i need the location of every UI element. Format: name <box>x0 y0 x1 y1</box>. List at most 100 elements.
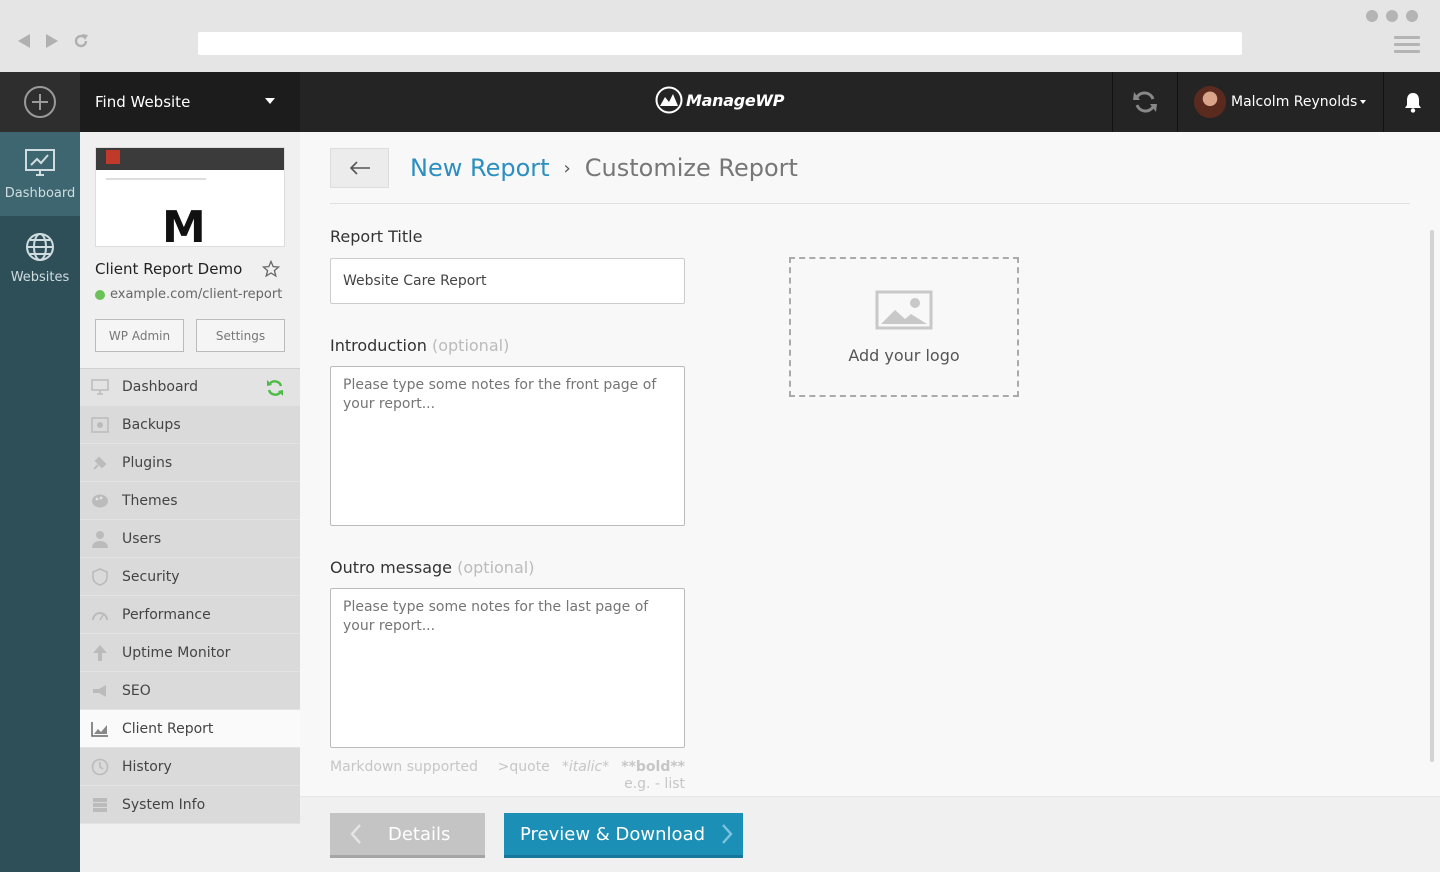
gauge-icon <box>90 605 110 625</box>
site-sidebar: M Client Report Demo example.com/client-… <box>80 132 300 872</box>
rail-item-websites[interactable]: Websites <box>0 216 80 300</box>
server-icon <box>90 795 110 815</box>
star-icon[interactable] <box>261 259 281 282</box>
introduction-textarea[interactable] <box>330 366 685 526</box>
preview-download-button[interactable]: Preview & Download <box>504 813 743 858</box>
sidebar-item-label: Client Report <box>122 720 214 737</box>
divider <box>330 203 1410 204</box>
sidebar-item-label: Plugins <box>122 454 173 471</box>
sidebar-item-client-report[interactable]: Client Report <box>80 710 300 748</box>
add-logo-label: Add your logo <box>848 345 960 365</box>
site-menu: Dashboard Backups Plugins Themes Users S… <box>80 368 300 824</box>
sidebar-item-dashboard[interactable]: Dashboard <box>80 368 300 406</box>
introduction-label: Introduction (optional) <box>330 336 509 355</box>
details-button-label: Details <box>388 823 451 845</box>
report-title-label: Report Title <box>330 227 423 246</box>
chart-icon <box>90 719 110 739</box>
sidebar-item-history[interactable]: History <box>80 748 300 786</box>
sidebar-item-users[interactable]: Users <box>80 520 300 558</box>
breadcrumb: New Report › Customize Report <box>410 154 798 182</box>
preview-download-label: Preview & Download <box>520 823 706 845</box>
browser-chrome <box>0 0 1440 72</box>
sidebar-item-seo[interactable]: SEO <box>80 672 300 710</box>
monitor-icon <box>90 377 110 397</box>
sidebar-item-label: Security <box>122 568 180 585</box>
backup-icon <box>90 415 110 435</box>
scrollbar[interactable] <box>1430 230 1434 762</box>
logo-upload-area[interactable]: Add your logo <box>789 257 1019 397</box>
chevron-left-icon <box>350 824 361 844</box>
site-name: Client Report Demo <box>95 260 243 278</box>
user-name: Malcolm Reynolds <box>1231 94 1358 110</box>
outro-label: Outro message (optional) <box>330 558 534 577</box>
markdown-hint: Markdown supported >quote *italic* **bol… <box>330 759 685 792</box>
breadcrumb-separator: › <box>563 157 571 179</box>
status-dot-icon <box>95 289 105 300</box>
rail-label: Dashboard <box>4 185 76 201</box>
wp-admin-button[interactable]: WP Admin <box>95 319 184 352</box>
sidebar-item-label: SEO <box>122 682 151 699</box>
markdown-list: e.g. - list <box>624 776 685 792</box>
megaphone-icon <box>90 681 110 701</box>
plug-icon <box>90 453 110 473</box>
browser-menu-icon[interactable] <box>1394 36 1420 57</box>
managewp-logo-icon <box>655 86 683 114</box>
sidebar-item-backups[interactable]: Backups <box>80 406 300 444</box>
sidebar-item-label: Themes <box>122 492 178 509</box>
site-thumbnail[interactable]: M <box>95 147 285 247</box>
sidebar-item-label: History <box>122 758 172 775</box>
shield-icon <box>90 567 110 587</box>
refresh-button[interactable] <box>1112 72 1178 132</box>
sidebar-item-performance[interactable]: Performance <box>80 596 300 634</box>
sidebar-item-plugins[interactable]: Plugins <box>80 444 300 482</box>
back-button[interactable] <box>330 148 389 188</box>
introduction-label-text: Introduction <box>330 336 427 355</box>
managewp-logo[interactable]: ManageWP <box>655 86 784 114</box>
address-bar[interactable] <box>198 32 1242 55</box>
find-website-dropdown[interactable]: Find Website <box>80 72 300 132</box>
find-website-label: Find Website <box>95 93 191 111</box>
site-url[interactable]: example.com/client-report <box>95 287 282 302</box>
palette-icon <box>90 491 110 511</box>
breadcrumb-new-report[interactable]: New Report <box>410 154 550 182</box>
sidebar-item-label: Dashboard <box>122 379 198 395</box>
arrow-up-icon <box>90 643 110 663</box>
sidebar-item-label: Performance <box>122 606 211 623</box>
rail-item-dashboard[interactable]: Dashboard <box>0 132 80 216</box>
sidebar-item-label: System Info <box>122 796 206 813</box>
rail-label: Websites <box>10 269 70 285</box>
settings-button[interactable]: Settings <box>196 319 285 352</box>
browser-reload-icon[interactable] <box>72 32 90 50</box>
sidebar-item-label: Uptime Monitor <box>122 644 231 661</box>
details-button[interactable]: Details <box>330 813 485 858</box>
browser-forward-icon[interactable] <box>44 33 60 49</box>
sidebar-item-label: Users <box>122 530 162 547</box>
sync-icon[interactable] <box>265 378 285 402</box>
chevron-down-icon <box>265 98 275 104</box>
image-icon <box>875 290 933 329</box>
thumbnail-graphic: M <box>162 202 206 247</box>
notifications-button[interactable] <box>1385 72 1440 132</box>
globe-icon <box>26 232 54 261</box>
sidebar-item-themes[interactable]: Themes <box>80 482 300 520</box>
site-url-text: example.com/client-report <box>110 287 283 302</box>
brand-name: ManageWP <box>686 90 785 110</box>
report-title-input[interactable] <box>330 258 685 304</box>
sidebar-item-uptime-monitor[interactable]: Uptime Monitor <box>80 634 300 672</box>
outro-optional: (optional) <box>457 558 535 577</box>
user-menu[interactable]: Malcolm Reynolds <box>1179 72 1384 132</box>
markdown-supported: Markdown supported <box>330 759 478 775</box>
page-title: Customize Report <box>584 154 798 182</box>
markdown-quote: >quote <box>497 759 550 775</box>
sidebar-item-security[interactable]: Security <box>80 558 300 596</box>
bell-icon <box>1404 93 1421 113</box>
sidebar-item-system-info[interactable]: System Info <box>80 786 300 824</box>
chevron-down-icon <box>1360 100 1367 104</box>
sidebar-item-label: Backups <box>122 416 181 433</box>
outro-textarea[interactable] <box>330 588 685 748</box>
clock-icon <box>90 757 110 777</box>
outro-label-text: Outro message <box>330 558 453 577</box>
window-dots <box>1366 10 1418 22</box>
browser-back-icon[interactable] <box>16 33 32 49</box>
add-website-button[interactable] <box>0 72 80 132</box>
